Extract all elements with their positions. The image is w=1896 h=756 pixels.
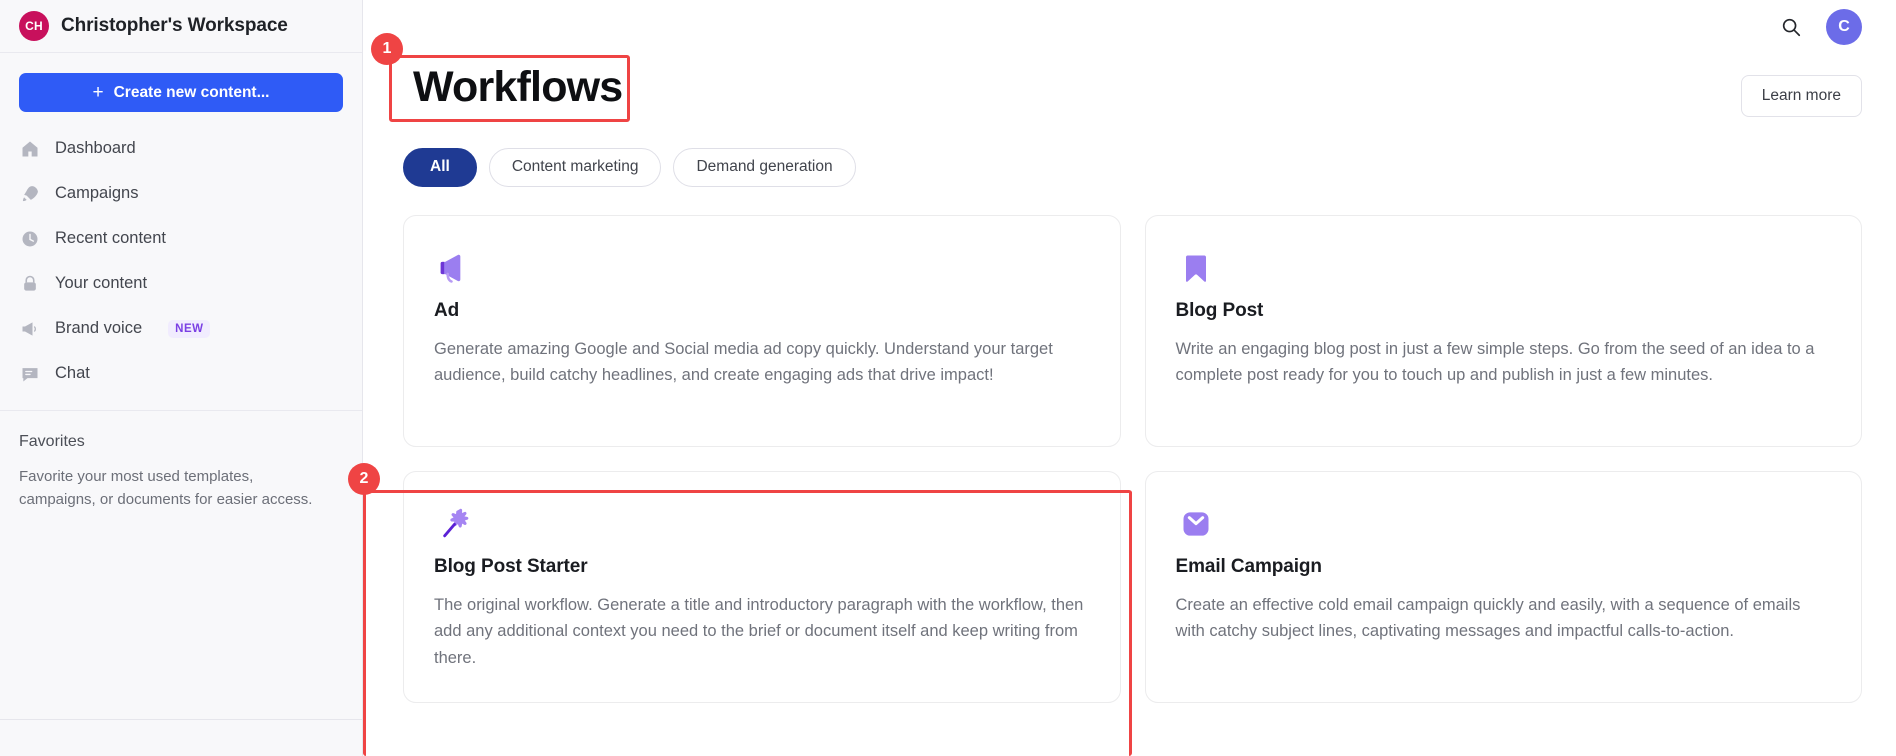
sidebar-item-label: Recent content <box>55 229 166 247</box>
favorites-description: Favorite your most used templates, campa… <box>19 468 313 509</box>
annotation-badge-1: 1 <box>371 33 403 65</box>
favorites-title: Favorites <box>19 433 85 450</box>
main-content: C Workflows Learn more All Content marke… <box>363 0 1896 756</box>
workspace-name: Christopher's Workspace <box>61 15 288 36</box>
card-description: Generate amazing Google and Social media… <box>434 339 1053 385</box>
workflow-card-blog-post-starter[interactable]: Blog Post Starter The original workflow.… <box>403 470 1121 703</box>
workflow-card-grid: Ad Generate amazing Google and Social me… <box>363 187 1896 703</box>
create-new-content-button[interactable]: + Create new content... <box>19 73 343 112</box>
clock-icon <box>19 228 41 250</box>
lock-icon <box>19 273 41 295</box>
card-description: The original workflow. Generate a title … <box>434 595 1084 667</box>
sidebar-item-label: Campaigns <box>55 184 139 202</box>
sidebar-item-brand-voice[interactable]: Brand voice NEW <box>0 306 362 351</box>
workflow-card-email-campaign[interactable]: Email Campaign Create an effective cold … <box>1144 470 1862 703</box>
sidebar-item-dashboard[interactable]: Dashboard <box>0 126 362 171</box>
avatar[interactable]: C <box>1826 8 1862 45</box>
sidebar-item-label: Dashboard <box>55 139 136 157</box>
workspace-header[interactable]: CH Christopher's Workspace <box>0 0 362 53</box>
bookmark-icon <box>1176 244 1832 292</box>
page-title: Workflows <box>413 63 623 111</box>
sidebar-item-recent-content[interactable]: Recent content <box>0 216 362 261</box>
rocket-icon <box>19 183 41 205</box>
sidebar-item-campaigns[interactable]: Campaigns <box>0 171 362 216</box>
megaphone-icon <box>19 318 41 340</box>
sidebar-item-chat[interactable]: Chat <box>0 351 362 396</box>
filter-chips: All Content marketing Demand generation <box>363 118 1896 187</box>
search-icon[interactable] <box>1780 16 1802 38</box>
sidebar-item-label: Your content <box>55 274 148 292</box>
chat-icon <box>19 363 41 385</box>
sidebar-nav: Dashboard Campaigns Recent content Your … <box>0 126 362 396</box>
workflow-card-blog-post[interactable]: Blog Post Write an engaging blog post in… <box>1144 214 1862 447</box>
sidebar-bottom-divider <box>0 719 362 720</box>
card-title: Ad <box>434 299 460 321</box>
topbar: C <box>363 0 1896 53</box>
filter-chip-demand-generation[interactable]: Demand generation <box>673 148 856 187</box>
card-title: Email Campaign <box>1175 555 1323 577</box>
megaphone-icon <box>434 244 1090 292</box>
home-icon <box>19 138 41 160</box>
create-new-content-label: Create new content... <box>113 83 270 101</box>
status-badge: NEW <box>168 319 211 338</box>
workflow-card-ad[interactable]: Ad Generate amazing Google and Social me… <box>403 214 1121 447</box>
sidebar-item-label: Brand voice <box>55 319 143 337</box>
learn-more-button[interactable]: Learn more <box>1740 75 1862 117</box>
filter-chip-content-marketing[interactable]: Content marketing <box>488 148 662 187</box>
sidebar-item-your-content[interactable]: Your content <box>0 261 362 306</box>
plus-icon: + <box>92 82 104 103</box>
magic-wand-icon <box>434 500 1090 548</box>
workspace-avatar: CH <box>19 11 49 41</box>
app-root: CH Christopher's Workspace + Create new … <box>0 0 1896 756</box>
sidebar: CH Christopher's Workspace + Create new … <box>0 0 363 756</box>
card-title: Blog Post Starter <box>434 555 588 577</box>
card-description: Create an effective cold email campaign … <box>1175 595 1801 641</box>
card-title: Blog Post <box>1175 299 1264 321</box>
envelope-icon <box>1176 500 1832 548</box>
page-header: Workflows Learn more <box>363 53 1896 118</box>
sidebar-item-label: Chat <box>55 364 90 382</box>
filter-chip-all[interactable]: All <box>403 148 477 187</box>
annotation-badge-2: 2 <box>348 463 380 495</box>
card-description: Write an engaging blog post in just a fe… <box>1175 339 1815 385</box>
